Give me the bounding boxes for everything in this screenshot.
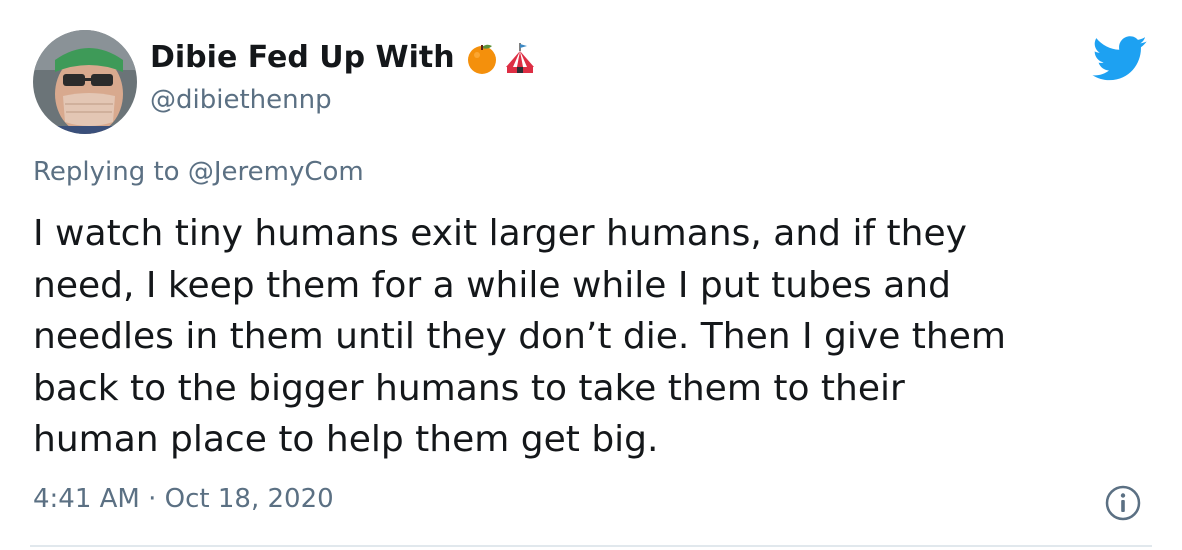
author-handle[interactable]: @dibiethennp: [150, 85, 332, 115]
tweet-card: Dibie Fed Up With @dibiethennp Replying …: [0, 0, 1182, 550]
display-name-text: Dibie Fed Up With: [150, 40, 455, 75]
author-display-name[interactable]: Dibie Fed Up With: [150, 40, 537, 75]
replying-to: Replying to @JeremyCom: [33, 157, 364, 187]
reply-mention-link[interactable]: @JeremyCom: [188, 157, 364, 187]
divider: [30, 545, 1152, 547]
tweet-timestamp[interactable]: 4:41 AM · Oct 18, 2020: [33, 484, 334, 514]
replying-prefix: Replying to: [33, 157, 180, 187]
tweet-text: I watch tiny humans exit larger humans, …: [33, 213, 1006, 460]
twitter-bird-icon[interactable]: [1092, 36, 1148, 82]
user-avatar-photo: [33, 30, 137, 134]
orange-emoji: [465, 41, 499, 75]
circus-tent-emoji: [503, 41, 537, 75]
avatar[interactable]: [33, 30, 137, 134]
info-icon[interactable]: [1104, 484, 1142, 522]
